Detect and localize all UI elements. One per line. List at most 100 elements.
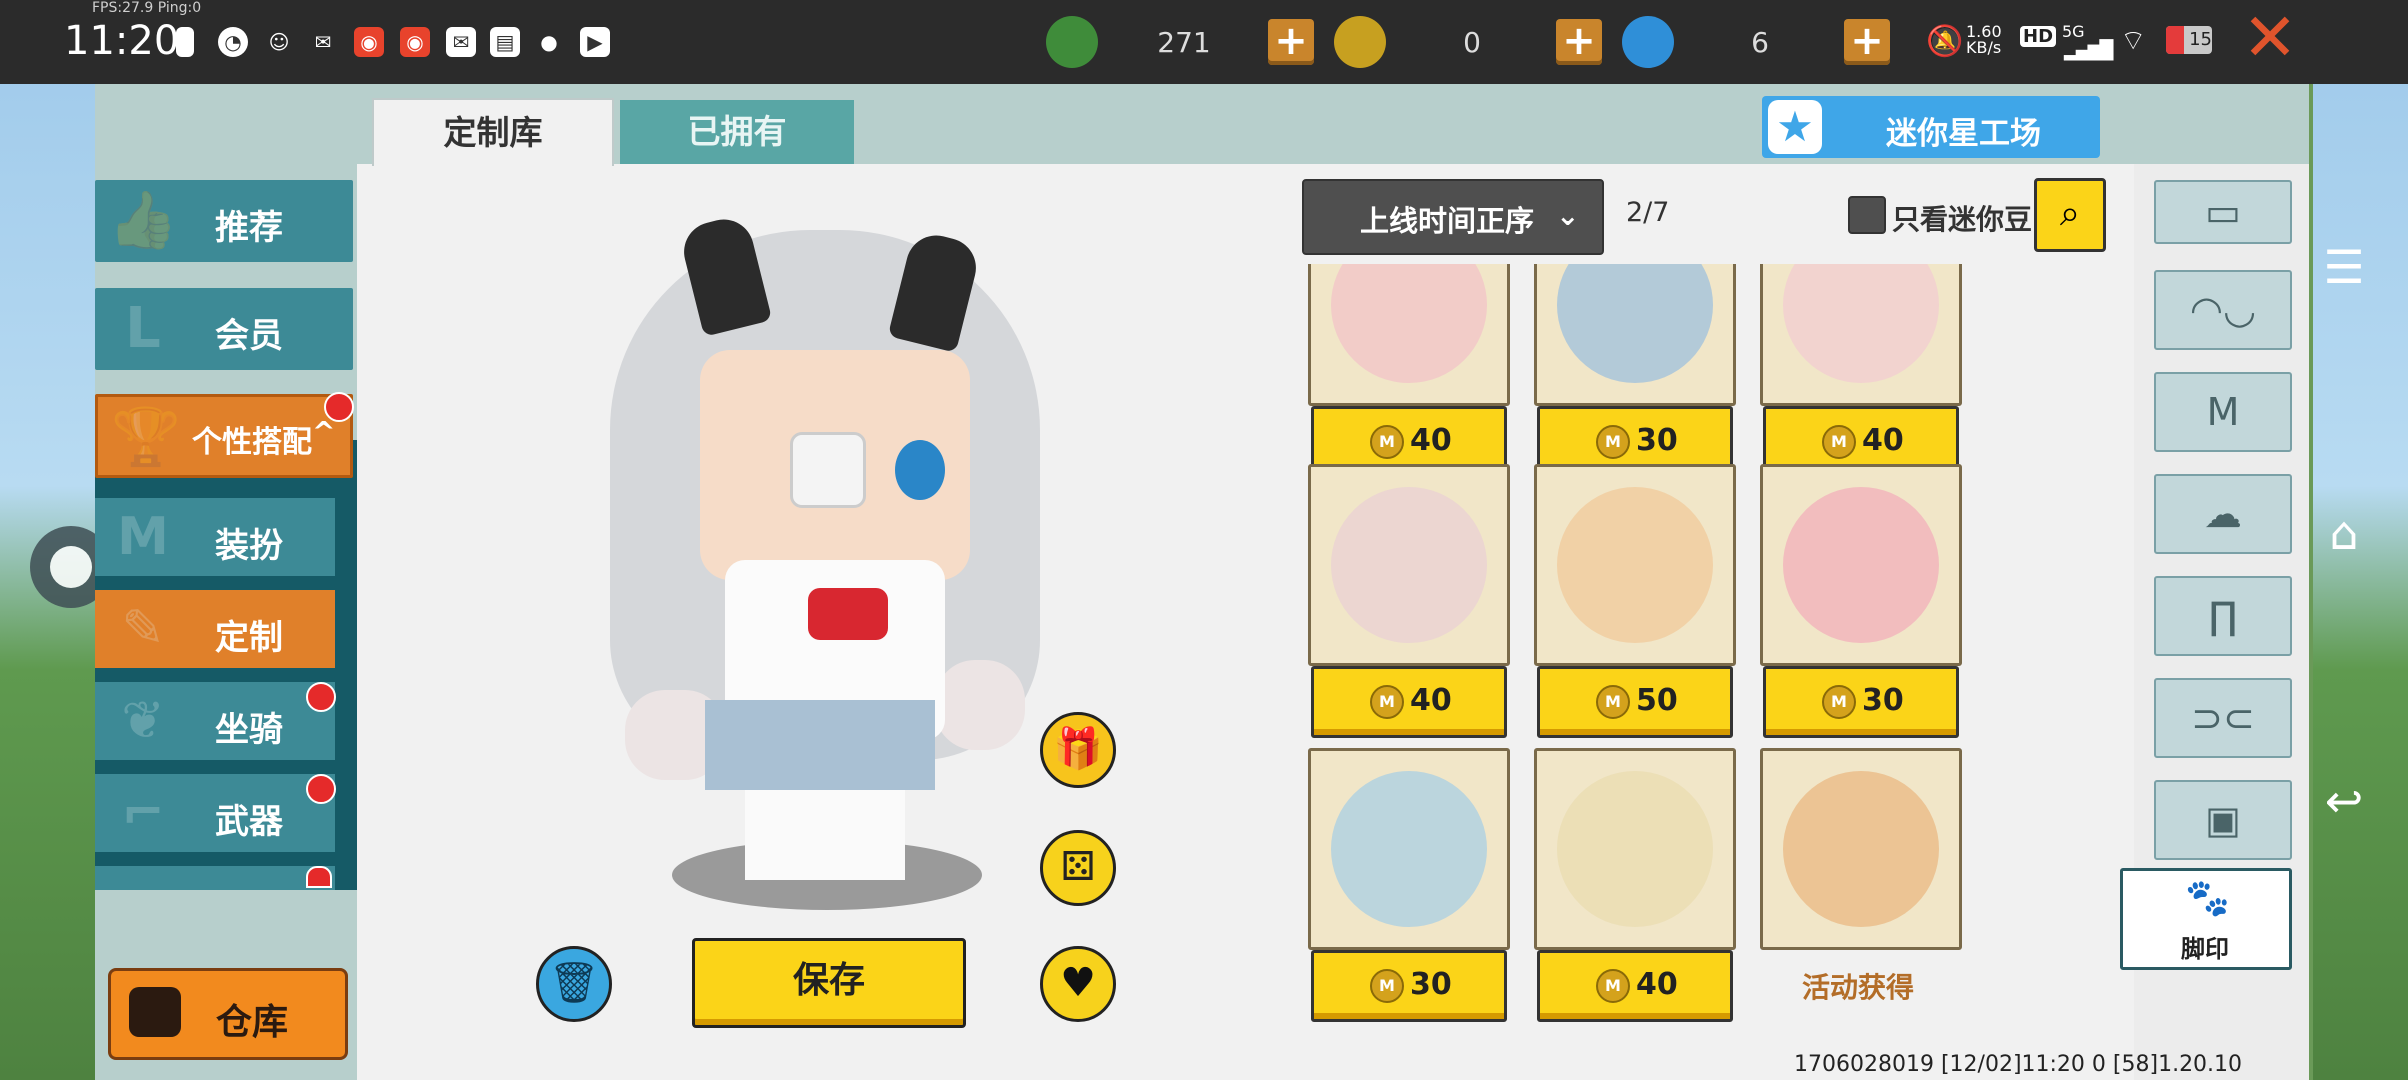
price-value: 40 bbox=[1862, 423, 1904, 458]
price-value: 40 bbox=[1410, 683, 1452, 718]
green-gem-count: 271 bbox=[1157, 26, 1211, 59]
price-value: 30 bbox=[1410, 967, 1452, 1002]
mail-icon: ✉ bbox=[446, 27, 476, 57]
coin-icon: M bbox=[1370, 425, 1404, 459]
item-card[interactable] bbox=[1308, 748, 1510, 950]
mute-icon: 🔕 bbox=[1926, 24, 1964, 59]
tab-custom-library[interactable]: 定制库 bbox=[372, 98, 614, 166]
blue-coin-icon bbox=[1622, 16, 1674, 68]
battery-level: 15 bbox=[2189, 29, 2212, 50]
status-bar: FPS:27.9 Ping:0 11:20 ◔ ☺ ✉ ◉ ◉ ✉ ▤ ● ▶ … bbox=[0, 0, 2408, 84]
tab-owned[interactable]: 已拥有 bbox=[620, 100, 854, 164]
subitem-label: 装扮 bbox=[215, 526, 283, 566]
subitem-label: 坐骑 bbox=[215, 710, 283, 750]
subitem-label: 定制 bbox=[215, 618, 283, 658]
coin-icon: M bbox=[1370, 969, 1404, 1003]
gun-icon: ⌐ bbox=[121, 783, 165, 843]
red-app-icon-2: ◉ bbox=[400, 27, 430, 57]
workshop-button[interactable]: ★ 迷你星工场 bbox=[1762, 96, 2100, 158]
dice-icon[interactable]: ⚄ bbox=[1040, 830, 1116, 906]
item-card[interactable] bbox=[1760, 464, 1962, 666]
coin-icon: M bbox=[1370, 685, 1404, 719]
close-icon[interactable]: ✕ bbox=[2242, 5, 2298, 71]
item-card[interactable] bbox=[1534, 264, 1736, 406]
sidebar-item-member[interactable]: L 会员 bbox=[95, 288, 353, 370]
subitem-mount[interactable]: ❦ 坐骑 bbox=[95, 682, 335, 760]
footprint-label: 脚印 bbox=[2181, 935, 2229, 963]
mount-icon: ❦ bbox=[121, 691, 165, 751]
mask-icon[interactable]: ◠◡ bbox=[2154, 270, 2292, 350]
gold-coin-icon bbox=[1334, 16, 1386, 68]
subitem-more[interactable] bbox=[95, 866, 335, 890]
notification-icon bbox=[176, 27, 194, 57]
storage-button[interactable]: 仓库 bbox=[108, 968, 348, 1060]
trophy-icon: 🏆 bbox=[111, 405, 181, 470]
item-artwork bbox=[1783, 487, 1939, 643]
storage-label: 仓库 bbox=[216, 1002, 289, 1043]
sidebar-item-label: 推荐 bbox=[215, 208, 283, 248]
price-value: 50 bbox=[1636, 683, 1678, 718]
item-card[interactable] bbox=[1308, 264, 1510, 406]
price-button[interactable]: M 30 bbox=[1763, 666, 1959, 738]
subitem-dress[interactable]: M 装扮 bbox=[95, 498, 335, 576]
subitem-custom[interactable]: ✎ 定制 bbox=[95, 590, 335, 668]
shoes-icon[interactable]: ⊃⊂ bbox=[2154, 678, 2292, 758]
battery-icon: 15 bbox=[2166, 26, 2212, 54]
save-button[interactable]: 保存 bbox=[692, 938, 966, 1028]
sidebar-item-label: 个性搭配 bbox=[192, 425, 312, 460]
price-button[interactable]: M 40 bbox=[1537, 950, 1733, 1022]
add-green-gem-button[interactable]: + bbox=[1268, 19, 1314, 65]
backpack-icon[interactable]: ▣ bbox=[2154, 780, 2292, 860]
category-footprint[interactable]: 🐾 脚印 bbox=[2120, 868, 2292, 970]
item-card[interactable] bbox=[1760, 264, 1962, 406]
trash-icon[interactable]: 🗑 bbox=[536, 946, 612, 1022]
sort-dropdown[interactable]: 上线时间正序 ⌄ bbox=[1302, 179, 1604, 255]
event-obtain-label: 活动获得 bbox=[1801, 971, 1914, 1004]
heart-icon[interactable]: ♥ bbox=[1040, 946, 1116, 1022]
sidebar-item-label: 会员 bbox=[215, 316, 283, 356]
sidebar-item-personal[interactable]: 🏆 个性搭配 ^ bbox=[95, 394, 353, 478]
coin-icon: M bbox=[1596, 969, 1630, 1003]
wechat-icon: ✉ bbox=[314, 30, 332, 54]
home-icon[interactable]: ⌂ bbox=[2314, 506, 2374, 560]
item-grid: M 40 M 30 M 40 M 40 M 50 M 30 M 30 M 40 活动获得 bbox=[1300, 264, 1980, 1044]
version-info: 1706028019 [12/02]11:20 0 [58]1.20.10 bbox=[1794, 1052, 2243, 1077]
subitem-label: 武器 bbox=[215, 802, 283, 842]
signal-label: 5G bbox=[2062, 22, 2085, 41]
shirt-icon[interactable]: M bbox=[2154, 372, 2292, 452]
hair-icon[interactable]: ☁ bbox=[2154, 474, 2292, 554]
price-value: 30 bbox=[1636, 423, 1678, 458]
paw-icon: 🐾 bbox=[2185, 878, 2230, 919]
subitem-weapon[interactable]: ⌐ 武器 bbox=[95, 774, 335, 852]
sidebar-item-recommend[interactable]: 👍 推荐 bbox=[95, 180, 353, 262]
menu-icon[interactable]: ☰ bbox=[2314, 240, 2374, 294]
add-blue-coin-button[interactable]: + bbox=[1844, 19, 1890, 65]
character-bow bbox=[808, 588, 888, 640]
coin-icon: M bbox=[1822, 685, 1856, 719]
face-icon[interactable]: ▭ bbox=[2154, 180, 2292, 244]
item-card[interactable] bbox=[1534, 464, 1736, 666]
thumbs-up-icon: 👍 bbox=[108, 188, 178, 253]
shirt-icon: M bbox=[117, 507, 169, 567]
price-button[interactable]: M 50 bbox=[1537, 666, 1733, 738]
chat-icon: ● bbox=[540, 30, 558, 54]
notification-dot bbox=[306, 774, 336, 804]
coin-icon: M bbox=[1596, 425, 1630, 459]
compass-icon: ◔ bbox=[218, 27, 248, 57]
item-card[interactable] bbox=[1534, 748, 1736, 950]
pants-icon[interactable]: ∏ bbox=[2154, 576, 2292, 656]
add-gold-coin-button[interactable]: + bbox=[1556, 19, 1602, 65]
item-card[interactable] bbox=[1760, 748, 1962, 950]
gift-icon[interactable]: 🎁 bbox=[1040, 712, 1116, 788]
sort-label: 上线时间正序 bbox=[1360, 204, 1535, 238]
price-button[interactable]: M 40 bbox=[1311, 666, 1507, 738]
character-eye bbox=[895, 440, 945, 500]
price-value: 40 bbox=[1636, 967, 1678, 1002]
search-icon[interactable]: ⌕ bbox=[2034, 178, 2106, 252]
price-button[interactable]: M 30 bbox=[1311, 950, 1507, 1022]
red-app-icon: ◉ bbox=[354, 27, 384, 57]
only-mini-beans-checkbox[interactable] bbox=[1848, 196, 1886, 234]
back-icon[interactable]: ↩ bbox=[2314, 774, 2374, 828]
item-card[interactable] bbox=[1308, 464, 1510, 666]
net-speed: 1.60 KB/s bbox=[1966, 22, 2002, 57]
